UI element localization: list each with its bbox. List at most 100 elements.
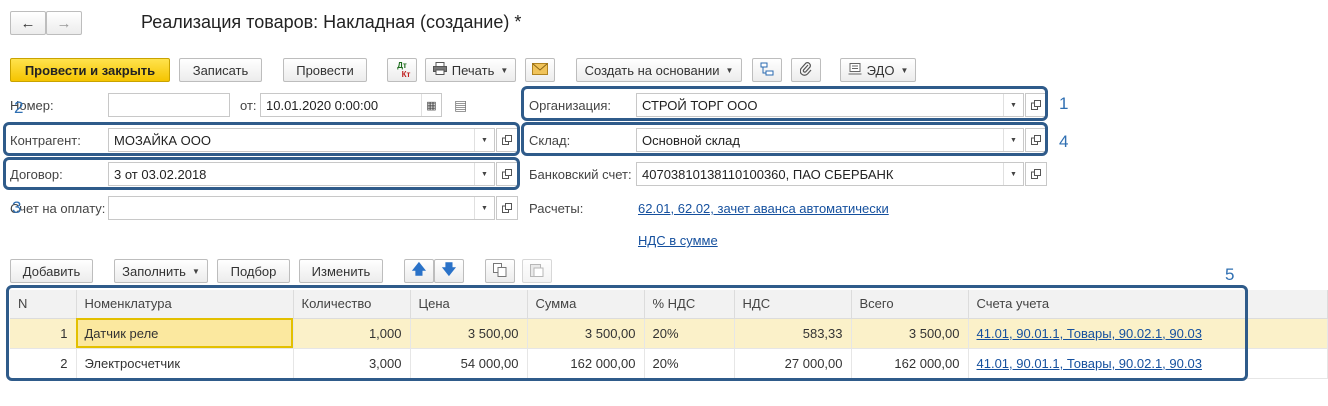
accounts-link[interactable]: 41.01, 90.01.1, Товары, 90.02.1, 90.03 xyxy=(977,356,1202,371)
table-row[interactable]: 1 Датчик реле 1,000 3 500,00 3 500,00 20… xyxy=(10,318,1328,349)
change-button[interactable]: Изменить xyxy=(299,259,383,283)
cell-n: 2 xyxy=(10,348,77,379)
number-field[interactable] xyxy=(108,93,230,117)
column-header-quantity[interactable]: Количество xyxy=(293,290,411,319)
date-field[interactable]: 10.01.2020 0:00:00 ▦ xyxy=(260,93,442,117)
cell-total: 3 500,00 xyxy=(851,318,969,349)
warehouse-label: Склад: xyxy=(529,133,571,148)
move-down-button[interactable]: 🡇 xyxy=(434,259,464,283)
add-row-button[interactable]: Добавить xyxy=(10,259,93,283)
forward-button[interactable]: → xyxy=(46,11,82,35)
cell-accounts[interactable]: 41.01, 90.01.1, Товары, 90.02.1, 90.03 xyxy=(968,348,1328,379)
date-label: от: xyxy=(240,98,257,113)
invoice-field[interactable]: ▼ xyxy=(108,196,495,220)
warehouse-value: Основной склад xyxy=(642,132,740,148)
date-value: 10.01.2020 0:00:00 xyxy=(266,97,379,113)
cell-price[interactable]: 54 000,00 xyxy=(410,348,528,379)
bank-account-open-button[interactable] xyxy=(1025,162,1047,186)
column-header-total[interactable]: Всего xyxy=(851,290,969,319)
copy-rows-button[interactable] xyxy=(485,259,515,283)
attach-button[interactable] xyxy=(791,58,821,82)
annotation-number-1: 1 xyxy=(1059,94,1069,113)
annotation-number-2: 2 xyxy=(14,98,24,117)
table-row[interactable]: 2 Электросчетчик 3,000 54 000,00 162 000… xyxy=(10,348,1328,379)
column-header-price[interactable]: Цена xyxy=(410,290,528,319)
page-title: Реализация товаров: Накладная (создание)… xyxy=(141,12,522,32)
column-header-vat[interactable]: НДС xyxy=(734,290,852,319)
organization-open-button[interactable] xyxy=(1025,93,1047,117)
goods-table: N Номенклатура Количество Цена Сумма % Н… xyxy=(10,290,1328,379)
move-up-button[interactable]: 🡅 xyxy=(404,259,434,283)
organization-field[interactable]: СТРОЙ ТОРГ ООО ▼ xyxy=(636,93,1024,117)
dt-kt-button[interactable]: Дт Кт xyxy=(387,58,417,82)
chevron-down-icon[interactable]: ▼ xyxy=(1003,129,1023,151)
pick-button[interactable]: Подбор xyxy=(217,259,290,283)
cell-n: 1 xyxy=(10,318,77,349)
contractor-open-button[interactable] xyxy=(496,128,518,152)
comment-icon[interactable]: ▤ xyxy=(454,97,467,114)
settlements-link[interactable]: 62.01, 62.02, зачет аванса автоматически xyxy=(638,201,889,216)
chevron-down-icon[interactable]: ▼ xyxy=(1003,163,1023,185)
open-icon xyxy=(502,169,512,179)
edo-button[interactable]: ЭДО ▼ xyxy=(840,58,916,82)
vat-link[interactable]: НДС в сумме xyxy=(638,233,718,248)
chevron-down-icon: ▼ xyxy=(900,65,909,75)
invoice-label: Счет на оплату: xyxy=(10,201,106,216)
open-icon xyxy=(1031,100,1041,110)
chevron-down-icon[interactable]: ▼ xyxy=(1003,94,1023,116)
column-header-sum[interactable]: Сумма xyxy=(527,290,645,319)
column-header-vat-rate[interactable]: % НДС xyxy=(644,290,735,319)
print-button[interactable]: Печать ▼ xyxy=(425,58,516,82)
cell-sum[interactable]: 3 500,00 xyxy=(527,318,645,349)
cell-accounts[interactable]: 41.01, 90.01.1, Товары, 90.02.1, 90.03 xyxy=(968,318,1328,349)
email-button[interactable] xyxy=(525,58,555,82)
column-header-n[interactable]: N xyxy=(10,290,77,319)
structure-button[interactable] xyxy=(752,58,782,82)
cell-vat-rate[interactable]: 20% xyxy=(644,348,735,379)
organization-value: СТРОЙ ТОРГ ООО xyxy=(642,97,758,113)
cell-vat-rate[interactable]: 20% xyxy=(644,318,735,349)
cell-price[interactable]: 3 500,00 xyxy=(410,318,528,349)
contractor-field[interactable]: МОЗАЙКА ООО ▼ xyxy=(108,128,495,152)
organization-label: Организация: xyxy=(529,98,612,113)
bank-account-field[interactable]: 40703810138110100360, ПАО СБЕРБАНК ▼ xyxy=(636,162,1024,186)
cell-quantity[interactable]: 3,000 xyxy=(293,348,411,379)
contract-value: 3 от 03.02.2018 xyxy=(114,166,207,182)
warehouse-field[interactable]: Основной склад ▼ xyxy=(636,128,1024,152)
post-button[interactable]: Провести xyxy=(283,58,367,82)
fill-label: Заполнить xyxy=(122,263,186,279)
chevron-down-icon: ▼ xyxy=(191,266,200,276)
back-button[interactable]: ← xyxy=(10,11,46,35)
create-based-label: Создать на основании xyxy=(584,62,720,78)
paste-rows-button[interactable] xyxy=(522,259,552,283)
chevron-down-icon[interactable]: ▼ xyxy=(474,163,494,185)
contract-open-button[interactable] xyxy=(496,162,518,186)
chevron-down-icon[interactable]: ▼ xyxy=(474,129,494,151)
edo-icon xyxy=(848,62,862,78)
warehouse-open-button[interactable] xyxy=(1025,128,1047,152)
table-header-row: N Номенклатура Количество Цена Сумма % Н… xyxy=(10,290,1328,319)
copy-icon xyxy=(493,262,507,280)
kt-label: Кт xyxy=(401,70,411,79)
settlements-label: Расчеты: xyxy=(529,201,584,216)
cell-vat[interactable]: 583,33 xyxy=(734,318,852,349)
cell-vat[interactable]: 27 000,00 xyxy=(734,348,852,379)
accounts-link[interactable]: 41.01, 90.01.1, Товары, 90.02.1, 90.03 xyxy=(977,326,1202,341)
print-label: Печать xyxy=(451,62,495,78)
chevron-down-icon: ▼ xyxy=(500,65,509,75)
fill-button[interactable]: Заполнить ▼ xyxy=(114,259,208,283)
chevron-down-icon[interactable]: ▼ xyxy=(474,197,494,219)
create-based-on-button[interactable]: Создать на основании ▼ xyxy=(576,58,742,82)
cell-quantity[interactable]: 1,000 xyxy=(293,318,411,349)
invoice-open-button[interactable] xyxy=(496,196,518,220)
cell-nomenclature[interactable]: Датчик реле xyxy=(76,318,294,349)
column-header-accounts[interactable]: Счета учета xyxy=(968,290,1328,319)
contractor-value: МОЗАЙКА ООО xyxy=(114,132,211,148)
save-button[interactable]: Записать xyxy=(179,58,262,82)
cell-nomenclature[interactable]: Электросчетчик xyxy=(76,348,294,379)
calendar-icon[interactable]: ▦ xyxy=(421,94,441,116)
column-header-nomenclature[interactable]: Номенклатура xyxy=(76,290,294,319)
post-and-close-button[interactable]: Провести и закрыть xyxy=(10,58,170,82)
cell-sum[interactable]: 162 000,00 xyxy=(527,348,645,379)
contract-field[interactable]: 3 от 03.02.2018 ▼ xyxy=(108,162,495,186)
